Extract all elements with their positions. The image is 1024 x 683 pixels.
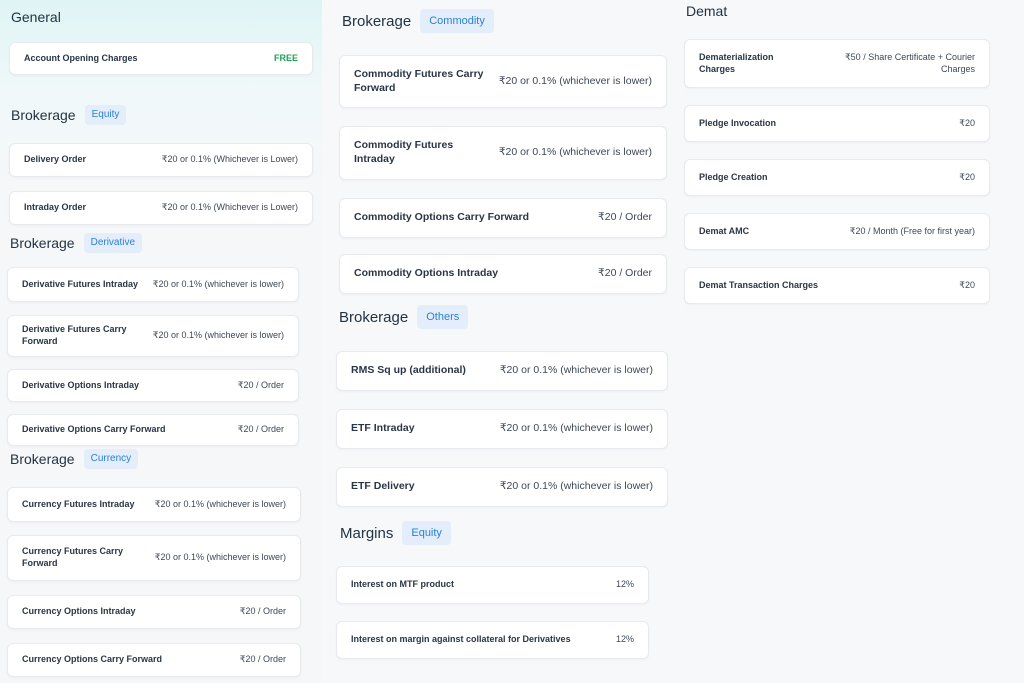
badge-others[interactable]: Others: [417, 305, 469, 329]
row-label: Interest on margin against collateral fo…: [351, 634, 571, 645]
row-label: Currency Futures Intraday: [22, 498, 135, 509]
row-value: ₹20 / Order: [237, 379, 284, 390]
row-label: Derivative Futures Intraday: [22, 278, 139, 289]
badge-currency[interactable]: Currency: [83, 449, 139, 469]
row-etf-intraday: ETF Intraday ₹20 or 0.1% (whichever is l…: [336, 409, 668, 449]
row-value: ₹20 or 0.1% (whichever is lower): [499, 364, 653, 377]
row-value: ₹20 or 0.1% (Whichever is Lower): [161, 154, 298, 165]
section-title-demat: Demat: [686, 3, 728, 19]
section-title-brokerage-equity: Brokerage Equity: [11, 104, 127, 126]
row-value: ₹20 or 0.1% (whichever is lower): [154, 552, 286, 563]
row-interest-on-margin-collateral: Interest on margin against collateral fo…: [336, 621, 649, 659]
section-title-margins-equity: Margins Equity: [340, 521, 451, 545]
row-label: ETF Intraday: [351, 422, 415, 435]
column-left: General Account Opening Charges FREE Bro…: [0, 0, 322, 683]
row-value: ₹20: [959, 279, 975, 290]
row-label: Derivative Options Intraday: [22, 379, 140, 390]
row-label: RMS Sq up (additional): [351, 364, 466, 377]
row-currency-futures-carry-forward: Currency Futures Carry Forward ₹20 or 0.…: [7, 535, 301, 581]
row-value: ₹20 / Order: [239, 654, 286, 665]
row-value: ₹20 or 0.1% (whichever is lower): [499, 480, 653, 493]
row-value: ₹20 / Order: [237, 424, 284, 435]
row-interest-on-mtf: Interest on MTF product 12%: [336, 566, 649, 604]
row-label: Intraday Order: [24, 202, 87, 213]
row-demat-amc: Demat AMC ₹20 / Month (Free for first ye…: [684, 213, 990, 250]
section-title-brokerage-currency: Brokerage Currency: [10, 448, 139, 470]
badge-commodity[interactable]: Commodity: [420, 9, 494, 33]
row-pledge-invocation: Pledge Invocation ₹20: [684, 105, 990, 142]
row-label: Currency Futures Carry Forward: [22, 546, 124, 568]
row-derivative-futures-intraday: Derivative Futures Intraday ₹20 or 0.1% …: [7, 267, 299, 302]
row-value: ₹20 or 0.1% (Whichever is Lower): [161, 202, 298, 213]
row-label: Account Opening Charges: [24, 52, 138, 63]
row-value: ₹20 / Month (Free for first year): [849, 225, 975, 236]
row-label: Commodity Options Carry Forward: [354, 211, 530, 224]
row-currency-options-carry-forward: Currency Options Carry Forward ₹20 / Ord…: [7, 643, 301, 677]
row-value: ₹20: [959, 117, 975, 128]
row-label: Demat Transaction Charges: [699, 279, 819, 290]
row-value: 12%: [615, 634, 634, 645]
row-label: Interest on MTF product: [351, 579, 454, 590]
row-label: Commodity Futures Intraday: [354, 139, 454, 165]
column-right: Demat Dematerialization Charges ₹50 / Sh…: [674, 0, 1024, 683]
row-value: 12%: [615, 579, 634, 590]
row-commodity-futures-intraday: Commodity Futures Intraday ₹20 or 0.1% (…: [339, 126, 667, 180]
row-derivative-futures-carry-forward: Derivative Futures Carry Forward ₹20 or …: [7, 315, 299, 357]
badge-margins-equity[interactable]: Equity: [402, 521, 451, 545]
row-delivery-order: Delivery Order ₹20 or 0.1% (Whichever is…: [9, 143, 313, 177]
row-commodity-options-intraday: Commodity Options Intraday ₹20 / Order: [339, 254, 667, 294]
row-label: Derivative Futures Carry Forward: [22, 324, 127, 346]
row-pledge-creation: Pledge Creation ₹20: [684, 159, 990, 196]
row-value: ₹20: [959, 171, 975, 182]
row-label: Pledge Creation: [699, 171, 768, 182]
row-value: ₹20 or 0.1% (whichever is lower): [498, 146, 652, 159]
row-value: ₹20 or 0.1% (whichever is lower): [498, 74, 652, 87]
row-label: Pledge Invocation: [699, 117, 777, 128]
row-commodity-options-carry-forward: Commodity Options Carry Forward ₹20 / Or…: [339, 198, 667, 238]
row-rms-sq-up: RMS Sq up (additional) ₹20 or 0.1% (whic…: [336, 351, 668, 391]
row-value: ₹20 or 0.1% (whichever is lower): [154, 498, 286, 509]
row-label: ETF Delivery: [351, 480, 415, 493]
row-commodity-futures-carry-forward: Commodity Futures Carry Forward ₹20 or 0…: [339, 55, 667, 108]
row-label: Currency Options Carry Forward: [22, 654, 163, 665]
row-value: ₹50 / Share Certificate + Courier Charge…: [844, 51, 975, 74]
section-title-brokerage-derivative: Brokerage Derivative: [10, 232, 143, 254]
row-derivative-options-carry-forward: Derivative Options Carry Forward ₹20 / O…: [7, 414, 299, 446]
badge-derivative[interactable]: Derivative: [83, 233, 143, 253]
badge-equity[interactable]: Equity: [84, 105, 127, 125]
row-label: Commodity Futures Carry Forward: [354, 67, 484, 94]
row-etf-delivery: ETF Delivery ₹20 or 0.1% (whichever is l…: [336, 467, 668, 507]
row-derivative-options-intraday: Derivative Options Intraday ₹20 / Order: [7, 369, 299, 402]
section-title-general: General: [11, 9, 61, 25]
row-value: ₹20 / Order: [598, 211, 652, 224]
row-value: FREE: [273, 52, 298, 63]
row-intraday-order: Intraday Order ₹20 or 0.1% (Whichever is…: [9, 191, 313, 225]
row-label: Dematerialization Charges: [699, 51, 774, 74]
row-label: Commodity Options Intraday: [354, 267, 499, 280]
row-value: ₹20 or 0.1% (whichever is lower): [152, 330, 284, 341]
row-currency-options-intraday: Currency Options Intraday ₹20 / Order: [7, 595, 301, 629]
row-label: Demat AMC: [699, 225, 750, 236]
row-label: Derivative Options Carry Forward: [22, 424, 166, 435]
row-value: ₹20 / Order: [598, 267, 652, 280]
column-middle: Brokerage Commodity Commodity Futures Ca…: [322, 0, 674, 683]
section-title-brokerage-commodity: Brokerage Commodity: [342, 9, 494, 33]
row-dematerialization-charges: Dematerialization Charges ₹50 / Share Ce…: [684, 39, 990, 88]
section-title-brokerage-others: Brokerage Others: [339, 304, 469, 330]
row-label: Delivery Order: [24, 154, 87, 165]
row-label: Currency Options Intraday: [22, 606, 136, 617]
row-value: ₹20 or 0.1% (whichever is lower): [499, 422, 653, 435]
row-currency-futures-intraday: Currency Futures Intraday ₹20 or 0.1% (w…: [7, 487, 301, 522]
row-value: ₹20 / Order: [239, 606, 286, 617]
row-value: ₹20 or 0.1% (whichever is lower): [152, 278, 284, 289]
row-demat-transaction-charges: Demat Transaction Charges ₹20: [684, 267, 990, 304]
row-account-opening-charges: Account Opening Charges FREE: [9, 42, 313, 75]
